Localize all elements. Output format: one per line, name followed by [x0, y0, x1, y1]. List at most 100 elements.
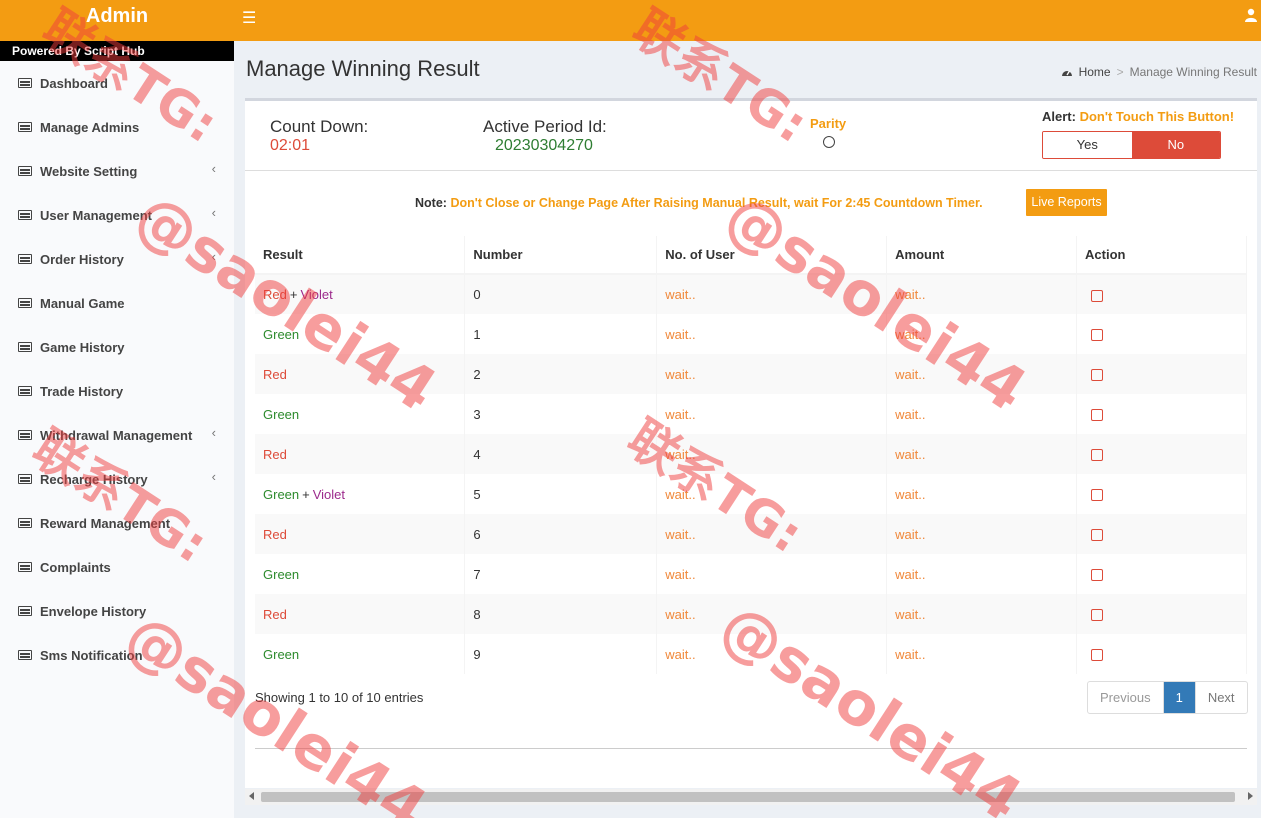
column-header[interactable]: Action [1076, 236, 1247, 275]
dashboard-gauge-icon [1061, 70, 1072, 76]
sidebar-item[interactable]: Recharge History ‹ [0, 457, 234, 501]
powered-by-banner: Powered By Script Hub [0, 41, 234, 61]
sidebar-item[interactable]: Reward Management [0, 501, 234, 545]
result-cell: Green [255, 634, 466, 674]
select-result-checkbox[interactable] [1091, 569, 1104, 582]
horizontal-scrollbar[interactable] [245, 789, 1257, 805]
amount-cell: wait.. [886, 434, 1078, 474]
pagination-page-1[interactable]: 1 [1163, 682, 1195, 713]
results-table: Result Number No. of User Amount Action Red +… [255, 236, 1247, 674]
number-cell: 6 [464, 514, 658, 554]
action-cell [1076, 274, 1247, 314]
result-color: Red [263, 287, 287, 302]
chevron-left-icon[interactable]: ‹ [212, 249, 216, 264]
column-header[interactable]: Result [255, 236, 466, 275]
sidebar-item[interactable]: Manage Admins [0, 105, 234, 149]
action-cell [1076, 594, 1247, 634]
amount-cell: wait.. [886, 474, 1078, 514]
amount-cell: wait.. [886, 514, 1078, 554]
toggle-no-button[interactable]: No [1131, 132, 1220, 158]
amount-cell: wait.. [886, 314, 1078, 354]
select-result-checkbox[interactable] [1091, 409, 1104, 422]
result-cell: Red [255, 434, 466, 474]
sidebar-item-label: Sms Notification [40, 647, 143, 663]
result-plus: + [289, 287, 298, 302]
active-period-label: Active Period Id: [483, 117, 607, 136]
result-extra-color: Violet [300, 287, 333, 302]
select-result-checkbox[interactable] [1091, 329, 1104, 342]
column-header[interactable]: No. of User [656, 236, 888, 275]
hamburger-menu-icon[interactable]: ☰ [242, 8, 256, 28]
select-result-checkbox[interactable] [1091, 449, 1104, 462]
chevron-left-icon[interactable]: ‹ [212, 469, 216, 484]
scroll-left-arrow-icon[interactable] [249, 792, 254, 800]
number-cell: 2 [464, 354, 658, 394]
list-icon [18, 650, 32, 660]
sidebar-item[interactable]: Game History [0, 325, 234, 369]
number-cell: 5 [464, 474, 658, 514]
scroll-right-arrow-icon[interactable] [1248, 792, 1253, 800]
action-cell [1076, 394, 1247, 434]
result-color: Red [263, 366, 287, 382]
scrollbar-thumb[interactable] [261, 792, 1235, 802]
result-cell: Green [255, 314, 466, 354]
users-cell: wait.. [656, 434, 888, 474]
number-cell: 3 [464, 394, 658, 434]
result-color: Red [263, 606, 287, 622]
result-color: Green [263, 486, 300, 502]
brand-logo[interactable]: Admin [0, 0, 234, 41]
column-header[interactable]: Amount [886, 236, 1078, 275]
breadcrumb-current: Manage Winning Result [1129, 65, 1257, 79]
sidebar-item[interactable]: Dashboard [0, 61, 234, 105]
amount-cell: wait.. [886, 594, 1078, 634]
select-result-checkbox[interactable] [1091, 369, 1104, 382]
users-cell: wait.. [656, 314, 888, 354]
sidebar-item[interactable]: Withdrawal Management ‹ [0, 413, 234, 457]
sidebar-item[interactable]: Manual Game [0, 281, 234, 325]
sidebar-item-label: Trade History [40, 383, 124, 399]
chevron-left-icon[interactable]: ‹ [212, 425, 216, 440]
result-color: Red [263, 526, 287, 542]
sidebar-item[interactable]: Envelope History [0, 589, 234, 633]
number-cell: 7 [464, 554, 658, 594]
sidebar-item-label: Envelope History [40, 603, 147, 619]
select-result-checkbox[interactable] [1091, 649, 1104, 662]
sidebar-item[interactable]: Trade History [0, 369, 234, 413]
live-reports-button[interactable]: Live Reports [1026, 189, 1107, 216]
sidebar-item-label: Withdrawal Management [40, 427, 193, 443]
pagination-next[interactable]: Next [1194, 682, 1247, 713]
sidebar-item[interactable]: Sms Notification [0, 633, 234, 677]
sidebar-item-label: Recharge History [40, 471, 148, 487]
table-row: Green 9 wait.. wait.. [255, 634, 1247, 674]
list-icon [18, 254, 32, 264]
alert-value: Don't Touch This Button! [1079, 109, 1235, 124]
winning-result-box: Count Down: 02:01 Active Period Id: 2023… [245, 98, 1257, 788]
breadcrumb-home-link[interactable]: Home [1079, 65, 1111, 79]
sidebar-item[interactable]: User Management ‹ [0, 193, 234, 237]
column-header[interactable]: Number [464, 236, 658, 275]
sidebar-item[interactable]: Complaints [0, 545, 234, 589]
note-message: Note: Don't Close or Change Page After R… [415, 196, 983, 210]
parity-label: Parity [810, 116, 847, 131]
user-icon[interactable] [1245, 8, 1257, 22]
toggle-yes-button[interactable]: Yes [1043, 132, 1132, 158]
sidebar-item[interactable]: Order History ‹ [0, 237, 234, 281]
sidebar-item[interactable]: Website Setting ‹ [0, 149, 234, 193]
select-result-checkbox[interactable] [1091, 529, 1104, 542]
parity-radio[interactable] [823, 136, 835, 148]
action-cell [1076, 354, 1247, 394]
number-cell: 9 [464, 634, 658, 674]
pagination-previous[interactable]: Previous [1088, 682, 1164, 713]
action-cell [1076, 634, 1247, 674]
chevron-left-icon[interactable]: ‹ [212, 205, 216, 220]
breadcrumb-separator: > [1116, 65, 1124, 79]
select-result-checkbox[interactable] [1091, 289, 1104, 302]
sidebar-item-label: Order History [40, 251, 124, 267]
chevron-left-icon[interactable]: ‹ [212, 161, 216, 176]
select-result-checkbox[interactable] [1091, 609, 1104, 622]
page-title: Manage Winning Result [246, 56, 480, 81]
note-key: Note: [415, 196, 447, 210]
action-cell [1076, 314, 1247, 354]
select-result-checkbox[interactable] [1091, 489, 1104, 502]
number-cell: 0 [464, 274, 658, 314]
